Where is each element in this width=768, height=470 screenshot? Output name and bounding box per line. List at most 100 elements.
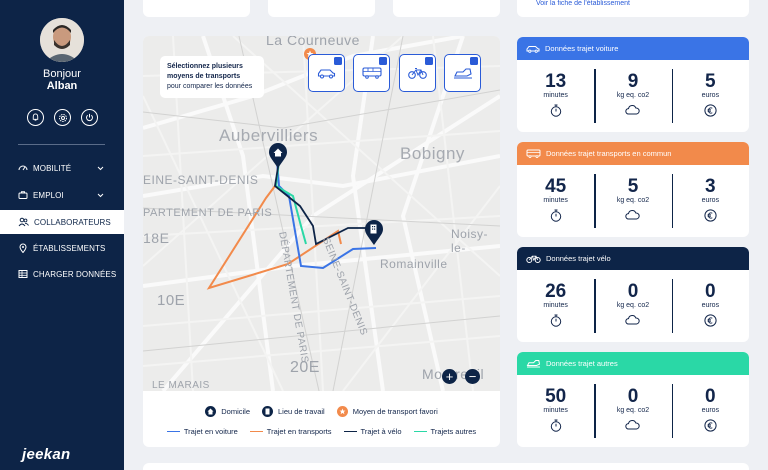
euros-unit: euros — [701, 407, 720, 414]
map-place-label: 10E — [157, 292, 186, 309]
checkbox-checked-icon[interactable] — [470, 57, 478, 65]
co2-unit: kg eq. co2 — [616, 92, 650, 99]
map-legend-markers: Domicile Lieu de travail Moyen de transp… — [143, 406, 500, 417]
notification-button[interactable] — [27, 109, 44, 126]
map-place-label: PARTEMENT DE PARIS — [143, 207, 273, 219]
top-card-etablissement: Voir la fiche de l'établissement — [517, 0, 749, 17]
euros-value: 0 — [705, 386, 716, 407]
panel-bike: Données trajet vélo 26 minutes 0 kg eq. co… — [517, 247, 749, 342]
euros-value: 5 — [705, 71, 716, 92]
map-place-label: Bobigny — [400, 144, 465, 163]
legend-swatch — [249, 430, 263, 433]
dashboard-icon — [18, 165, 28, 171]
bell-icon — [32, 113, 39, 121]
sidebar-item-label: MOBILITÉ — [33, 163, 72, 173]
avatar[interactable] — [40, 18, 84, 62]
greeting-text: Bonjour — [43, 68, 81, 80]
legend-label: Trajet à vélo — [360, 427, 402, 436]
euro-icon — [704, 209, 717, 222]
checkbox-checked-icon[interactable] — [425, 57, 433, 65]
jeekan-logo: jeekan — [22, 446, 71, 463]
user-name: Alban — [46, 80, 78, 92]
cloud-icon — [625, 420, 641, 430]
map-place-label: 20E — [290, 359, 320, 376]
panel-title: Données trajet transports en commun — [546, 149, 672, 158]
legend-swatch — [413, 430, 427, 433]
euros-value: 0 — [705, 281, 716, 302]
panel-car: Données trajet voiture 13 minutes 9 kg eq.… — [517, 37, 749, 132]
minutes-unit: minutes — [543, 407, 568, 414]
map-place-label: 18E — [143, 230, 170, 246]
minutes-value: 45 — [545, 176, 567, 197]
euros-unit: euros — [701, 302, 720, 309]
legend-label: Trajet en transports — [266, 427, 332, 436]
minutes-unit: minutes — [543, 197, 568, 204]
transport-toggle-bus[interactable] — [353, 54, 390, 92]
star-legend-icon — [336, 406, 348, 417]
legend-label: Trajet en voiture — [183, 427, 238, 436]
sidebar-item-collaborateurs[interactable]: COLLABORATEURS — [0, 210, 124, 234]
etablissement-link[interactable]: Voir la fiche de l'établissement — [536, 0, 630, 7]
map-card: La Courneuve Aubervilliers Bobigny EINE-… — [143, 36, 500, 447]
bus-icon — [526, 149, 541, 158]
sidebar-item-emploi[interactable]: EMPLOI — [0, 183, 124, 207]
legend-label: Moyen de transport favori — [352, 407, 438, 416]
co2-unit: kg eq. co2 — [616, 302, 650, 309]
settings-button[interactable] — [54, 109, 71, 126]
home-legend-icon — [205, 406, 217, 417]
sidebar-divider — [18, 144, 105, 145]
map-place-label: La Courneuve — [266, 36, 360, 48]
euros-value: 3 — [705, 176, 716, 197]
chevron-down-icon[interactable] — [97, 166, 104, 171]
minutes-value: 50 — [545, 386, 567, 407]
gear-icon — [58, 113, 67, 122]
cloud-icon — [625, 105, 641, 115]
co2-value: 0 — [627, 281, 639, 302]
panel-header: Données trajet autres — [517, 352, 749, 375]
top-card-2[interactable] — [268, 0, 375, 17]
home-pin-icon[interactable] — [268, 143, 288, 169]
minutes-value: 13 — [545, 71, 567, 92]
transport-hint-text: pour comparer les données — [167, 83, 253, 90]
cloud-icon — [625, 315, 641, 325]
logout-button[interactable] — [81, 109, 98, 126]
euro-icon — [704, 314, 717, 327]
stopwatch-icon — [550, 209, 561, 222]
sidebar-item-charger-donnees[interactable]: CHARGER DONNÉES — [0, 262, 124, 286]
sidebar-item-label: EMPLOI — [33, 190, 64, 200]
co2-value: 5 — [627, 176, 639, 197]
bike-icon — [408, 68, 427, 79]
sidebar-item-etablissements[interactable]: ÉTABLISSEMENTS — [0, 236, 124, 260]
panel-other: Données trajet autres 50 minutes 0 kg eq. … — [517, 352, 749, 447]
sidebar-item-label: ÉTABLISSEMENTS — [33, 243, 106, 253]
zoom-out-button[interactable]: − — [465, 369, 480, 384]
legend-swatch — [343, 430, 357, 433]
top-card-3[interactable] — [393, 0, 500, 17]
map-place-label: LE MARAIS — [152, 380, 210, 391]
panel-title: Données trajet vélo — [546, 254, 611, 263]
transport-toggle-bike[interactable] — [399, 54, 436, 92]
top-card-1[interactable] — [143, 0, 250, 17]
users-icon — [18, 217, 29, 227]
panel-title: Données trajet voiture — [545, 44, 619, 53]
panel-title: Données trajet autres — [546, 359, 618, 368]
checkbox-checked-icon[interactable] — [379, 57, 387, 65]
minutes-unit: minutes — [543, 302, 568, 309]
transport-toggle-other[interactable] — [444, 54, 481, 92]
euros-unit: euros — [701, 92, 720, 99]
panel-transit: Données trajet transports en commun 45 mi… — [517, 142, 749, 237]
stopwatch-icon — [550, 314, 561, 327]
co2-unit: kg eq. co2 — [616, 407, 650, 414]
scooter-icon — [453, 68, 472, 79]
zoom-in-button[interactable]: + — [442, 369, 457, 384]
panel-header: Données trajet vélo — [517, 247, 749, 270]
stopwatch-icon — [550, 419, 561, 432]
workplace-pin-icon[interactable] — [364, 220, 384, 246]
sidebar-item-mobilite[interactable]: MOBILITÉ — [0, 156, 124, 180]
transport-toggle-car[interactable] — [308, 54, 345, 92]
briefcase-icon — [18, 191, 28, 199]
chevron-down-icon[interactable] — [97, 193, 104, 198]
legend-swatch — [166, 430, 180, 433]
bike-icon — [526, 255, 541, 263]
checkbox-checked-icon[interactable] — [334, 57, 342, 65]
